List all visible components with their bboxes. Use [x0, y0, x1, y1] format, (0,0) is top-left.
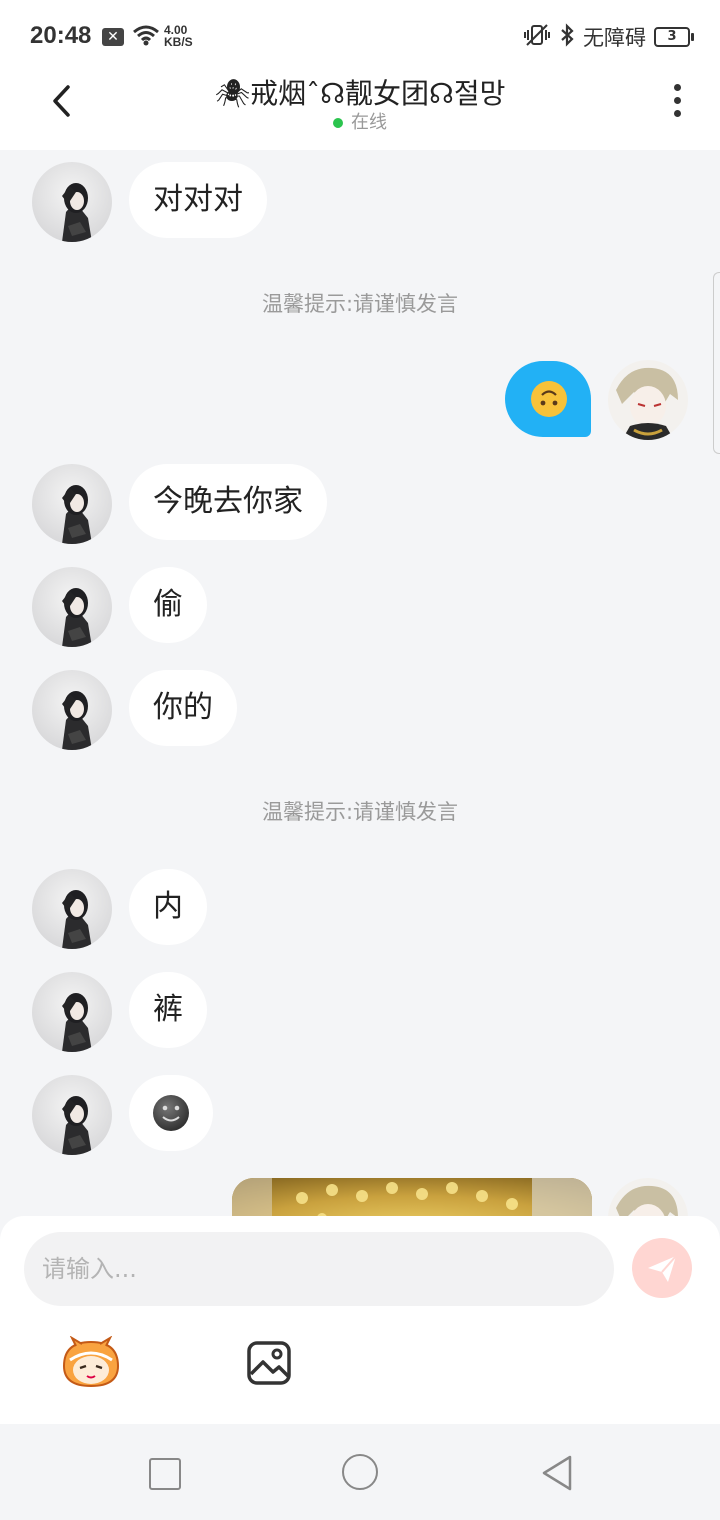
message-bubble-received[interactable]: 你的 [129, 670, 237, 746]
message-bubble-received[interactable]: 今晚去你家 [129, 464, 327, 540]
message-bubble-received[interactable]: 偷 [129, 567, 207, 643]
network-speed: 4.00 KB/S [164, 24, 193, 48]
sticker-button[interactable] [60, 1335, 122, 1392]
message-bubble-received[interactable]: 对对对 [129, 162, 267, 238]
mascot-sticker-icon [62, 1335, 120, 1388]
image-picker-button[interactable] [246, 1340, 292, 1386]
send-button[interactable] [632, 1238, 692, 1298]
my-avatar[interactable] [608, 1178, 688, 1216]
bluetooth-icon [559, 23, 575, 51]
smiley-face-icon [153, 1095, 189, 1131]
food-photo-image [232, 1178, 592, 1216]
system-nav-bar [0, 1424, 720, 1520]
online-status: 在线 [0, 108, 720, 134]
more-dot-icon [674, 110, 681, 117]
upside-down-face-icon [531, 381, 567, 417]
message-bubble-sent[interactable] [505, 361, 591, 437]
status-time: 20:48 [30, 22, 92, 49]
home-button[interactable] [342, 1454, 378, 1490]
message-input[interactable] [24, 1232, 614, 1306]
battery-icon: 3 [654, 27, 694, 47]
triangle-back-icon [542, 1455, 572, 1491]
avatar[interactable] [32, 670, 112, 750]
more-dot-icon [674, 97, 681, 104]
paper-plane-icon [648, 1255, 677, 1282]
notification-x-icon: ✕ [102, 28, 124, 46]
more-options-button[interactable] [674, 84, 682, 123]
more-dot-icon [674, 84, 681, 91]
accessibility-label: 无障碍 [583, 26, 646, 50]
composer-panel [0, 1216, 720, 1424]
recent-apps-button[interactable] [149, 1458, 181, 1490]
chat-title: 🕷戒烟ˆ☊靓女团☊절망 [214, 77, 506, 110]
avatar[interactable] [32, 162, 112, 242]
message-bubble-received[interactable]: 内 [129, 869, 207, 945]
vibrate-icon [523, 23, 551, 51]
avatar[interactable] [32, 567, 112, 647]
my-avatar[interactable] [608, 360, 688, 440]
system-back-button[interactable] [540, 1454, 574, 1496]
avatar[interactable] [32, 869, 112, 949]
safety-notice: 温馨提示:请谨慎发言 [261, 292, 459, 316]
avatar[interactable] [32, 972, 112, 1052]
message-list[interactable]: 对对对 温馨提示:请谨慎发言 今晚去你家 偷 你的 温馨提示:请谨慎发言 内 裤 [0, 150, 720, 1216]
image-message-sent[interactable] [232, 1178, 592, 1216]
safety-notice: 温馨提示:请谨慎发言 [261, 800, 459, 824]
network-speed-unit: KB/S [164, 35, 193, 49]
image-icon [247, 1341, 291, 1385]
avatar[interactable] [32, 1075, 112, 1155]
wifi-icon [132, 24, 160, 50]
online-status-label: 在线 [351, 112, 387, 133]
online-dot-icon [333, 118, 343, 128]
status-bar: 20:48 ✕ 4.00 KB/S 无障碍 3 [0, 0, 720, 72]
message-bubble-received[interactable] [129, 1075, 213, 1151]
avatar[interactable] [32, 464, 112, 544]
message-bubble-received[interactable]: 裤 [129, 972, 207, 1048]
chat-header: 🕷戒烟ˆ☊靓女团☊절망 在线 [0, 72, 720, 150]
